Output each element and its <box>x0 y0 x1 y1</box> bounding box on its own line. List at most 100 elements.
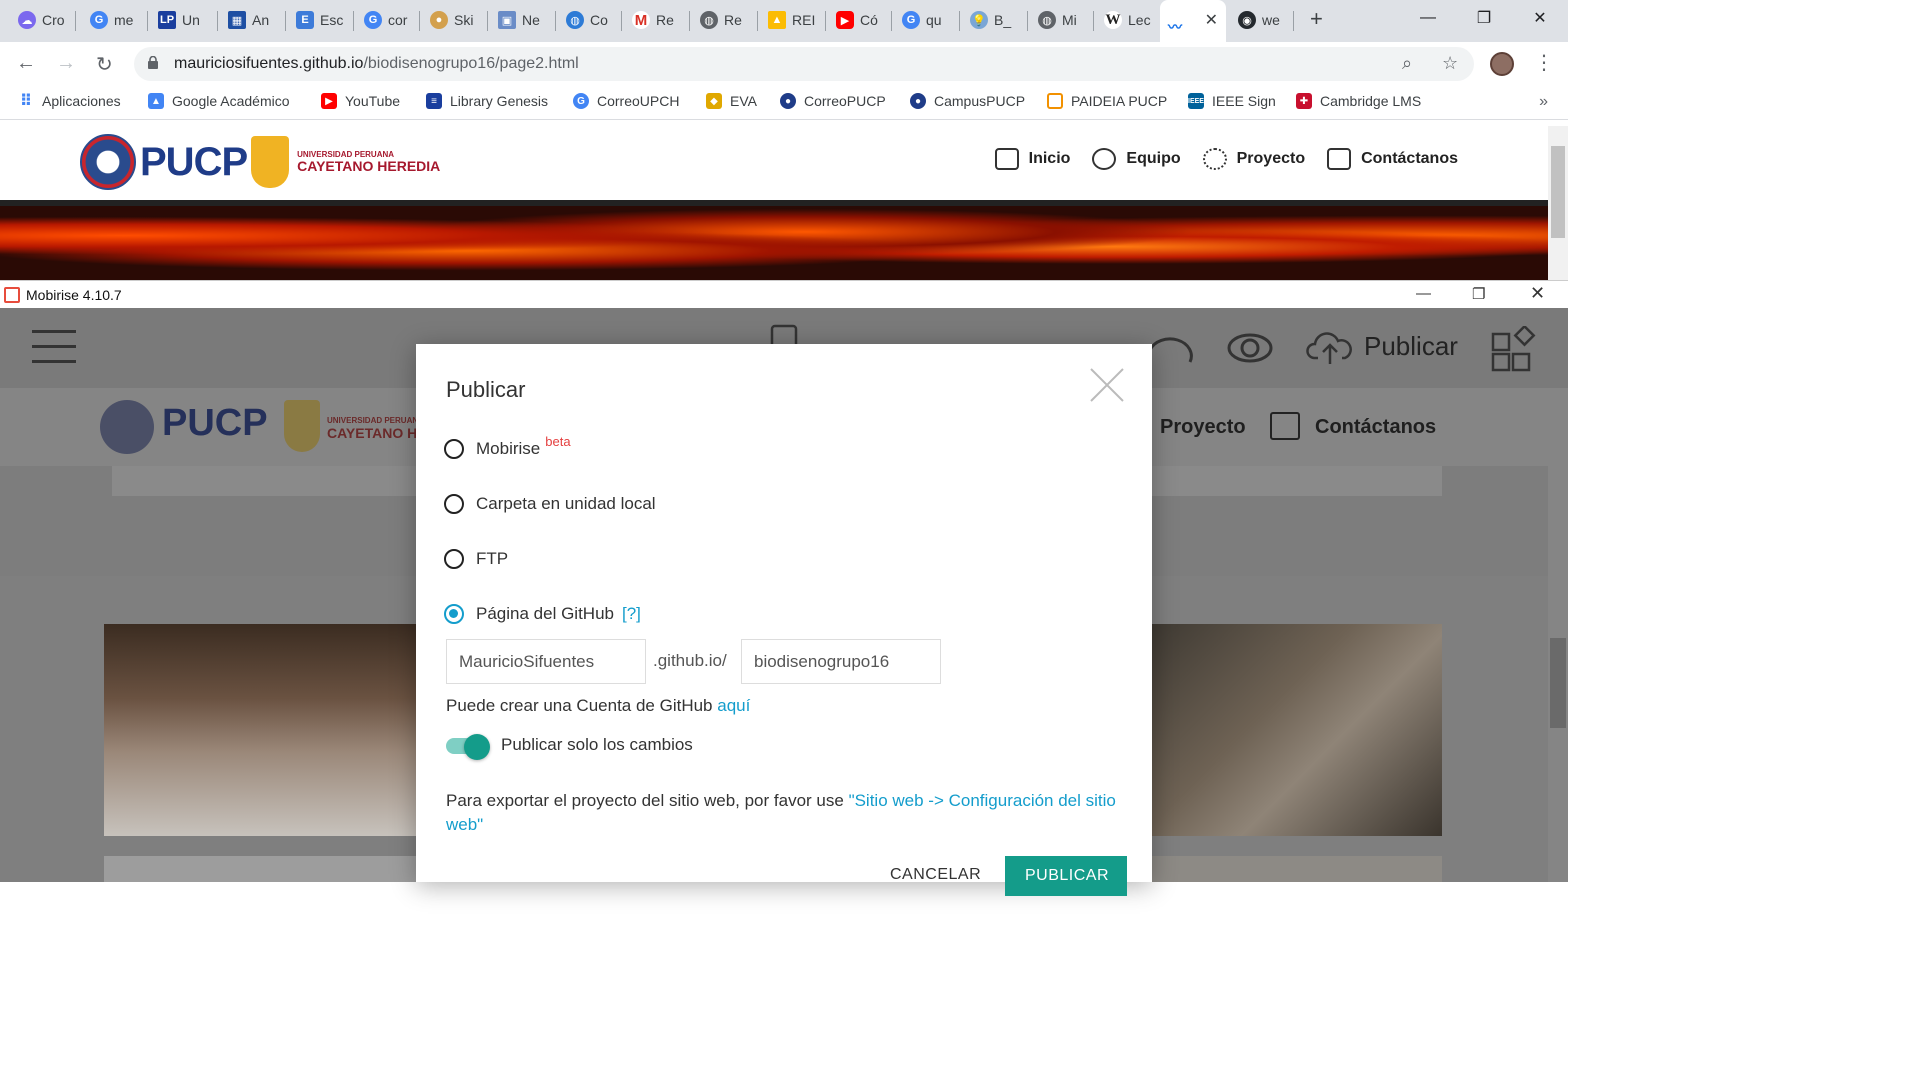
browser-tab[interactable]: ▲ REI <box>762 6 826 34</box>
restore-icon[interactable]: ❐ <box>1456 0 1512 36</box>
bookmark-item[interactable]: ▶ YouTube <box>321 93 400 109</box>
url-text: mauriciosifuentes.github.io/biodisenogru… <box>174 55 579 72</box>
publish-dialog: Publicar Mobirise beta Carpeta en unidad… <box>416 344 1152 896</box>
blocks-grid-icon[interactable] <box>1490 326 1538 372</box>
undo-icon[interactable] <box>1146 330 1194 366</box>
nav-proyecto[interactable]: Proyecto <box>1202 148 1305 170</box>
browser-tab[interactable]: ▦ An <box>222 6 286 34</box>
browser-tab[interactable]: Gqu <box>896 6 960 34</box>
option-ftp[interactable]: FTP <box>444 549 508 569</box>
browser-tab[interactable]: E Esc <box>290 6 354 34</box>
close-window-icon[interactable]: ✕ <box>1512 0 1568 36</box>
github-domain-label: .github.io/ <box>653 651 727 670</box>
bookmark-item[interactable]: ✚ Cambridge LMS <box>1296 93 1421 109</box>
github-username-field[interactable]: MauricioSifuentes <box>446 639 646 684</box>
radio-local-folder[interactable] <box>444 494 464 514</box>
mobirise-app-icon <box>4 287 20 303</box>
bookmark-item[interactable]: ● CorreoPUCP <box>780 93 886 109</box>
star-icon[interactable]: ☆ <box>1442 53 1458 74</box>
browser-tab[interactable]: ▶ Có <box>830 6 892 34</box>
canvas-scrollbar[interactable] <box>1548 388 1568 882</box>
nav-inicio[interactable]: Inicio <box>994 148 1070 170</box>
preview-eye-icon[interactable] <box>1226 332 1274 364</box>
dialog-title: Publicar <box>446 377 526 402</box>
radio-mobirise[interactable] <box>444 439 464 459</box>
back-icon[interactable]: ← <box>16 52 36 75</box>
google-icon: G <box>364 11 382 29</box>
website-page: PUCP UNIVERSIDAD PERUANA CAYETANO HEREDI… <box>0 126 1548 280</box>
bookmark-item[interactable]: ● CampusPUCP <box>910 93 1025 109</box>
photo-strip <box>1152 856 1442 882</box>
browser-tab[interactable]: ● Ski <box>424 6 488 34</box>
audio-wave-icon: 〰 <box>1166 18 1184 36</box>
pucp-seal-icon <box>80 134 136 190</box>
minimize-icon[interactable]: — <box>1416 285 1431 302</box>
mobile-preview-icon[interactable] <box>770 324 798 346</box>
page-scrollbar[interactable] <box>1548 126 1568 280</box>
browser-tab-active[interactable]: 〰 ✕ <box>1160 0 1226 42</box>
pucp-seal-icon: ● <box>910 93 926 109</box>
upch-line2: CAYETANO HE <box>327 425 427 441</box>
reload-icon[interactable]: ↻ <box>96 52 113 77</box>
option-mobirise[interactable]: Mobirise beta <box>444 434 571 459</box>
close-tab-icon[interactable]: ✕ <box>1205 10 1218 30</box>
bookmarks-bar: ⠿ Aplicaciones ▲ Google Académico ▶ YouTube… <box>0 86 1568 120</box>
nav-equipo[interactable]: Equipo <box>1092 148 1181 170</box>
radio-github-pages[interactable] <box>444 604 464 624</box>
browser-tab[interactable]: M Re <box>626 6 690 34</box>
browser-tab[interactable]: W Lec <box>1098 6 1160 34</box>
bookmark-item[interactable]: ⠿ Aplicaciones <box>18 93 121 110</box>
laptop-icon <box>994 148 1019 170</box>
browser-tab[interactable]: LP Un <box>152 6 218 34</box>
option-local-folder[interactable]: Carpeta en unidad local <box>444 494 656 514</box>
publish-changes-toggle[interactable] <box>446 734 490 760</box>
browser-tab[interactable]: Gcor <box>358 6 420 34</box>
browser-tab[interactable]: ◍ Re <box>694 6 758 34</box>
github-account-note: Puede crear una Cuenta de GitHub aquí <box>446 696 751 715</box>
close-window-icon[interactable]: ✕ <box>1530 283 1545 304</box>
bookmark-item[interactable]: ≡ Library Genesis <box>426 93 548 109</box>
radio-ftp[interactable] <box>444 549 464 569</box>
forward-icon[interactable]: → <box>56 52 76 75</box>
browser-tab[interactable]: 💡 B_ <box>964 6 1028 34</box>
more-bookmarks-icon[interactable]: » <box>1539 93 1548 111</box>
bookmark-item[interactable]: G CorreoUPCH <box>573 93 679 109</box>
github-help-link[interactable]: [?] <box>622 604 641 624</box>
browser-tab[interactable]: ▣ Ne <box>492 6 556 34</box>
new-tab-button[interactable]: + <box>1310 6 1323 32</box>
nav-contactanos[interactable]: Contáctanos <box>1327 148 1458 170</box>
hamburger-menu-icon[interactable] <box>32 330 76 363</box>
publish-button[interactable]: PUBLICAR <box>1005 856 1127 896</box>
bookmark-item[interactable]: PAIDEIA PUCP <box>1047 93 1167 109</box>
browser-tab[interactable]: Gme <box>84 6 148 34</box>
upch-shield-icon <box>284 400 320 452</box>
bookmark-item[interactable]: ▲ Google Académico <box>148 93 290 109</box>
more-menu-icon[interactable]: ⋮ <box>1534 50 1554 75</box>
publish-toolbar-button[interactable]: Publicar <box>1364 331 1458 362</box>
mobirise-title: Mobirise 4.10.7 <box>26 287 122 303</box>
cloud-upload-icon[interactable] <box>1306 328 1354 366</box>
bulb-icon: 💡 <box>970 11 988 29</box>
website-nav: Inicio Equipo Proyecto Contáctanos <box>994 148 1458 170</box>
bookmark-item[interactable]: ◆ EVA <box>706 93 757 109</box>
bookmark-item[interactable]: IEEE IEEE Sign <box>1188 93 1276 109</box>
browser-tab[interactable]: ◍ Co <box>560 6 622 34</box>
browser-tab[interactable]: ◍ Mi <box>1032 6 1094 34</box>
create-account-link[interactable]: aquí <box>717 696 750 715</box>
option-github-pages[interactable]: Página del GitHub [?] <box>444 604 641 624</box>
avatar[interactable] <box>1490 52 1514 76</box>
upch-logo-text: UNIVERSIDAD PERUANA CAYETANO HEREDIA <box>297 150 441 174</box>
browser-tab[interactable]: ◉ we <box>1232 6 1294 34</box>
beta-badge: beta <box>545 433 571 449</box>
github-repo-field[interactable]: biodisenogrupo16 <box>741 639 941 684</box>
minimize-icon[interactable]: — <box>1400 0 1456 36</box>
cancel-button[interactable]: CANCELAR <box>890 866 981 884</box>
close-icon[interactable] <box>1088 366 1126 404</box>
address-bar[interactable]: mauriciosifuentes.github.io/biodisenogru… <box>134 47 1474 81</box>
browser-tab[interactable]: ☁ Cro <box>12 6 76 34</box>
header-banner-image <box>0 200 1548 280</box>
youtube-icon: ▶ <box>321 93 337 109</box>
restore-icon[interactable]: ❐ <box>1472 285 1485 303</box>
zoom-icon[interactable]: ⌕ <box>1402 53 1412 74</box>
browser-tab-strip: ☁ Cro Gme LP Un ▦ An E Esc Gcor ● Ski ▣ Ne ◍ Co… <box>0 0 1568 42</box>
